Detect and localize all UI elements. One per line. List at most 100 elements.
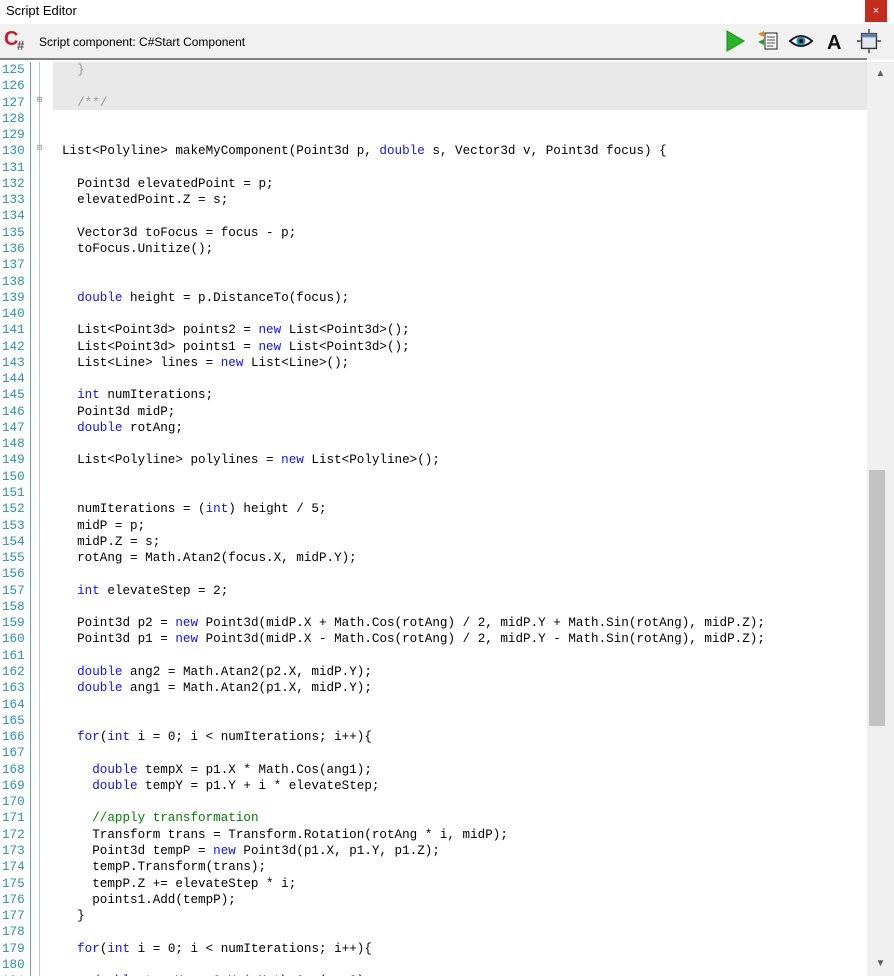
- line-number: 131: [2, 160, 25, 175]
- keyword-token: double: [77, 664, 123, 679]
- code-line[interactable]: 173 Point3d tempP = new Point3d(p1.X, p1…: [0, 843, 867, 859]
- code-line[interactable]: 150: [0, 469, 867, 485]
- keyword-token: double: [379, 144, 425, 159]
- code-line[interactable]: 167: [0, 745, 867, 761]
- code-line[interactable]: 130 List<Polyline> makeMyComponent(Point3…: [0, 143, 867, 159]
- line-number: 125: [2, 63, 25, 77]
- code-line[interactable]: 136 toFocus.Unitize();: [0, 241, 867, 257]
- code-text: }: [62, 62, 85, 78]
- code-line[interactable]: 146 Point3d midP;: [0, 404, 867, 420]
- code-line[interactable]: 149 List<Polyline> polylines = new List<…: [0, 452, 867, 468]
- code-editor[interactable]: ⊞ ⊟ 125 } 126 127 /**/128 129 130 List<Polyli…: [0, 62, 867, 976]
- code-line[interactable]: 160 Point3d p1 = new Point3d(midP.X - Ma…: [0, 631, 867, 647]
- code-text: tempP.Z += elevateStep * i;: [62, 876, 296, 892]
- code-text: List<Line> lines = new List<Line>();: [62, 355, 349, 371]
- code-line[interactable]: 145 int numIterations;: [0, 387, 867, 403]
- line-number: 160: [2, 632, 25, 647]
- keyword-token: double: [92, 778, 138, 793]
- preview-eye-icon[interactable]: [788, 28, 814, 54]
- code-line[interactable]: 147 double rotAng;: [0, 420, 867, 436]
- code-line[interactable]: 155 rotAng = Math.Atan2(focus.X, midP.Y)…: [0, 550, 867, 566]
- line-number: 153: [2, 518, 25, 533]
- code-line[interactable]: 135 Vector3d toFocus = focus - p;: [0, 225, 867, 241]
- code-line[interactable]: 132 Point3d elevatedPoint = p;: [0, 176, 867, 192]
- line-number: 132: [2, 176, 25, 191]
- code-token: /**/: [62, 95, 108, 110]
- code-line[interactable]: 177 }: [0, 908, 867, 924]
- code-line[interactable]: 168 double tempX = p1.X * Math.Cos(ang1)…: [0, 762, 867, 778]
- code-line[interactable]: 164: [0, 697, 867, 713]
- line-number: 169: [2, 778, 25, 793]
- code-token: List<Line>();: [243, 355, 350, 370]
- code-line[interactable]: 158: [0, 599, 867, 615]
- code-line[interactable]: 126: [0, 78, 867, 94]
- code-line[interactable]: 148: [0, 436, 867, 452]
- line-number: 167: [2, 746, 25, 761]
- line-number: 164: [2, 697, 25, 712]
- vertical-scrollbar[interactable]: ▲ ▼: [867, 62, 894, 976]
- code-line[interactable]: 153 midP = p;: [0, 518, 867, 534]
- code-line[interactable]: 179 for(int i = 0; i < numIterations; i+…: [0, 941, 867, 957]
- close-button[interactable]: ×: [865, 0, 887, 22]
- code-line[interactable]: 170: [0, 794, 867, 810]
- code-token: tempY = p1.Y + i * elevateStep;: [137, 778, 380, 793]
- code-line[interactable]: 143 List<Line> lines = new List<Line>();: [0, 355, 867, 371]
- compile-script-icon[interactable]: [754, 28, 780, 54]
- scroll-up-arrow-icon[interactable]: ▲: [867, 64, 894, 84]
- code-line[interactable]: 128: [0, 111, 867, 127]
- code-line[interactable]: 152 numIterations = (int) height / 5;: [0, 501, 867, 517]
- code-line[interactable]: 157 int elevateStep = 2;: [0, 583, 867, 599]
- code-line[interactable]: 156: [0, 566, 867, 582]
- code-line[interactable]: 125 }: [0, 62, 867, 78]
- code-line[interactable]: 151: [0, 485, 867, 501]
- code-line[interactable]: 165: [0, 713, 867, 729]
- code-line[interactable]: 166 for(int i = 0; i < numIterations; i+…: [0, 729, 867, 745]
- code-line[interactable]: 172 Transform trans = Transform.Rotation…: [0, 827, 867, 843]
- code-line[interactable]: 175 tempP.Z += elevateStep * i;: [0, 876, 867, 892]
- code-line[interactable]: 139 double height = p.DistanceTo(focus);: [0, 290, 867, 306]
- code-line[interactable]: 174 tempP.Transform(trans);: [0, 859, 867, 875]
- code-line[interactable]: 180: [0, 957, 867, 973]
- code-token: numIterations;: [99, 388, 214, 403]
- code-line[interactable]: 162 double ang2 = Math.Atan2(p2.X, midP.…: [0, 664, 867, 680]
- code-line[interactable]: 161: [0, 648, 867, 664]
- code-token: ang1 = Math.Atan2(p1.X, midP.Y);: [122, 681, 372, 696]
- code-line[interactable]: 154 midP.Z = s;: [0, 534, 867, 550]
- code-line[interactable]: 171 //apply transformation: [0, 810, 867, 826]
- code-text: List<Point3d> points1 = new List<Point3d…: [62, 339, 410, 355]
- code-line[interactable]: 178: [0, 924, 867, 940]
- code-line[interactable]: 169 double tempY = p1.Y + i * elevateSte…: [0, 778, 867, 794]
- code-line[interactable]: 133 elevatedPoint.Z = s;: [0, 192, 867, 208]
- code-token: }: [62, 63, 85, 77]
- run-icon[interactable]: [722, 28, 748, 54]
- keyword-token: for: [77, 941, 100, 956]
- line-number: 143: [2, 355, 25, 370]
- font-icon[interactable]: A: [822, 28, 848, 54]
- code-line[interactable]: 140: [0, 306, 867, 322]
- code-line[interactable]: 141 List<Point3d> points2 = new List<Poi…: [0, 322, 867, 338]
- code-line[interactable]: 176 points1.Add(tempP);: [0, 892, 867, 908]
- line-number: 151: [2, 486, 25, 501]
- code-line[interactable]: 163 double ang1 = Math.Atan2(p1.X, midP.…: [0, 680, 867, 696]
- code-line[interactable]: 129: [0, 127, 867, 143]
- window-icon[interactable]: [856, 28, 882, 54]
- code-line[interactable]: 142 List<Point3d> points1 = new List<Poi…: [0, 339, 867, 355]
- code-token: toFocus.Unitize();: [62, 241, 214, 256]
- code-line[interactable]: 144: [0, 371, 867, 387]
- code-token: Point3d(midP.X - Math.Cos(rotAng) / 2, m…: [198, 632, 765, 647]
- scrollbar-thumb[interactable]: [869, 470, 885, 726]
- code-text: int numIterations;: [62, 387, 213, 403]
- code-line[interactable]: 137: [0, 257, 867, 273]
- scroll-down-arrow-icon[interactable]: ▼: [867, 954, 894, 974]
- code-line[interactable]: 138: [0, 274, 867, 290]
- code-text: /**/: [62, 95, 107, 111]
- code-text: }: [62, 908, 85, 924]
- code-text: //apply transformation: [62, 810, 258, 826]
- code-line[interactable]: 159 Point3d p2 = new Point3d(midP.X + Ma…: [0, 615, 867, 631]
- code-line[interactable]: 127 /**/: [0, 95, 867, 111]
- code-line[interactable]: 134: [0, 208, 867, 224]
- line-number: 154: [2, 534, 25, 549]
- code-line[interactable]: 131: [0, 160, 867, 176]
- line-number: 145: [2, 388, 25, 403]
